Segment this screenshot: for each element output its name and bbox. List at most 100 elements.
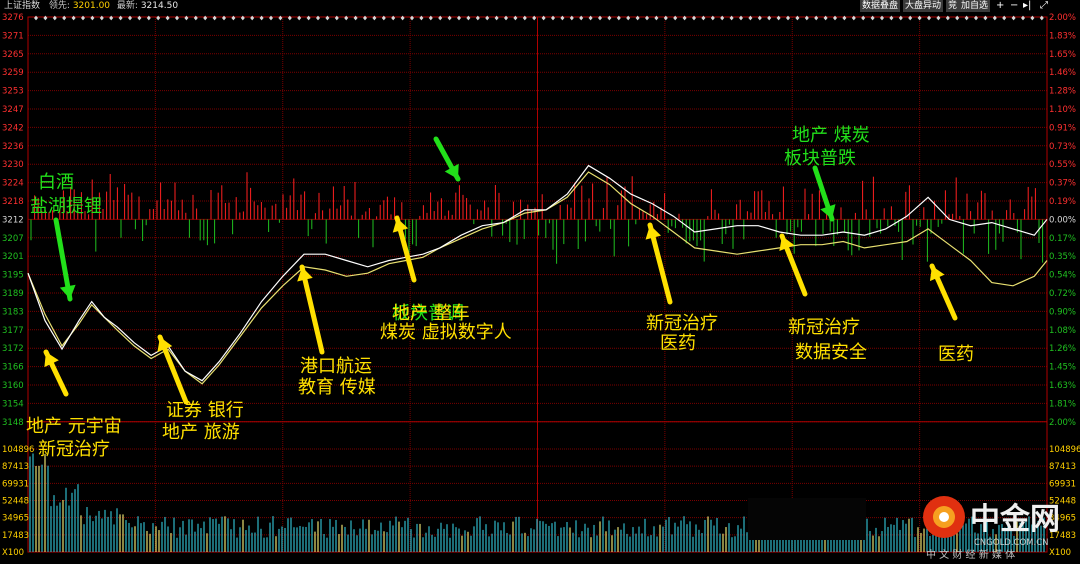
- price-axis: 3276 3271 3265 3259 3253 3247 3242 3236 3230 3224…: [2, 13, 24, 428]
- percent-tick: 2.00%: [1049, 418, 1076, 428]
- percent-tick: 1.83%: [1049, 31, 1076, 41]
- event-marker: [814, 15, 819, 21]
- event-marker: [532, 15, 537, 21]
- expand-icon[interactable]: ⤢: [1040, 0, 1048, 12]
- percent-tick: 1.65%: [1049, 50, 1076, 60]
- volume-tick: X100: [2, 548, 24, 558]
- price-tick: 3236: [2, 142, 24, 152]
- event-marker: [917, 15, 922, 21]
- event-marker: [43, 15, 48, 21]
- intraday-chart: 3276 3271 3265 3259 3253 3247 3242 3236 3230 3224…: [2, 13, 1080, 561]
- volume-tick: 69931: [2, 479, 29, 489]
- price-tick: 3154: [2, 399, 24, 409]
- event-marker: [729, 15, 734, 21]
- event-marker: [880, 15, 884, 21]
- market-alert-button[interactable]: 大盘异动: [903, 0, 944, 12]
- chart-grid: [27, 16, 1048, 553]
- auction-button[interactable]: 竞: [946, 0, 960, 12]
- event-marker: [889, 15, 894, 21]
- logo-dot: [939, 512, 949, 522]
- event-marker: [203, 15, 208, 21]
- volume-tick: 34965: [2, 514, 29, 524]
- percent-tick: 1.45%: [1049, 363, 1076, 373]
- price-tick: 3230: [2, 160, 24, 170]
- event-marker: [146, 15, 151, 21]
- price-tick: 3247: [2, 105, 24, 115]
- price-tick: 3265: [2, 50, 24, 60]
- lead-value: 3201.00: [72, 1, 111, 11]
- event-marker: [964, 15, 969, 21]
- event-marker: [804, 15, 809, 21]
- event-marker: [795, 15, 800, 21]
- lead-label: 领先:: [48, 1, 70, 11]
- event-marker: [992, 15, 997, 21]
- event-marker: [494, 15, 499, 21]
- event-marker: [1030, 15, 1035, 21]
- brand-domain: CNGOLD.COM.CN: [974, 538, 1049, 548]
- event-marker: [945, 15, 950, 21]
- event-marker: [861, 15, 866, 21]
- event-marker: [936, 15, 941, 21]
- event-marker: [908, 15, 913, 21]
- percent-tick: 1.08%: [1049, 326, 1076, 336]
- plus-icon[interactable]: +: [996, 0, 1004, 12]
- percent-tick: 0.00%: [1049, 215, 1076, 225]
- price-tick: 3259: [2, 68, 24, 78]
- event-marker: [334, 15, 339, 21]
- price-tick: 3166: [2, 363, 24, 373]
- event-marker: [428, 15, 433, 21]
- event-marker: [475, 15, 480, 21]
- event-marker: [955, 15, 960, 21]
- event-marker: [701, 15, 706, 21]
- chart-header: 上证指数 领先: 3201.00 最新: 3214.50 数据叠盘 大盘异动 竞…: [0, 0, 1080, 12]
- add-watchlist-button[interactable]: 加自选: [959, 0, 991, 12]
- event-marker: [616, 15, 621, 21]
- event-marker: [325, 15, 330, 21]
- percent-tick: 0.91%: [1049, 123, 1076, 133]
- price-tick: 3201: [2, 252, 24, 262]
- event-marker: [353, 15, 358, 21]
- event-marker: [739, 15, 743, 21]
- event-marker: [569, 15, 574, 21]
- event-marker: [391, 15, 396, 21]
- event-marker: [278, 15, 283, 21]
- event-marker: [118, 15, 123, 21]
- event-marker: [833, 15, 837, 21]
- annotation-label: 新冠治疗: [646, 313, 718, 334]
- event-marker: [692, 15, 696, 21]
- percent-tick: 1.63%: [1049, 381, 1076, 391]
- step-right-icon[interactable]: ▸|: [1023, 0, 1031, 12]
- event-marker: [34, 15, 38, 21]
- minus-icon[interactable]: −: [1010, 0, 1018, 12]
- price-tick: 3276: [2, 13, 24, 23]
- price-tick: 3212: [2, 215, 24, 225]
- annotation-label: 医药: [938, 344, 974, 365]
- event-marker: [137, 15, 142, 21]
- event-marker: [983, 15, 988, 21]
- event-marker: [184, 15, 189, 21]
- event-marker: [485, 15, 490, 21]
- annotation-label: 板块普跌: [784, 148, 856, 169]
- event-marker: [287, 15, 292, 21]
- event-marker: [109, 15, 114, 21]
- event-marker: [240, 15, 245, 21]
- event-marker: [447, 15, 452, 21]
- annotation-label: 盐湖提锂: [30, 196, 102, 217]
- event-marker: [52, 15, 57, 21]
- arrow-shaft: [299, 264, 325, 355]
- event-marker: [193, 15, 198, 21]
- event-marker: [71, 15, 76, 21]
- annotation-label: 煤炭 虚拟数字人: [380, 322, 512, 343]
- event-marker: [635, 15, 640, 21]
- event-marker: [598, 15, 602, 21]
- event-marker: [551, 15, 555, 21]
- percent-axis: 2.00% 1.83% 1.65% 1.46% 1.28% 1.10% 0.91% 0.73%…: [1049, 13, 1076, 428]
- event-marker: [748, 15, 753, 21]
- event-marker: [927, 15, 931, 21]
- data-overlay-button[interactable]: 数据叠盘: [860, 0, 901, 12]
- event-marker: [823, 15, 828, 21]
- event-marker: [222, 15, 226, 21]
- event-marker: [62, 15, 67, 21]
- event-marker: [269, 15, 273, 21]
- event-marker: [851, 15, 856, 21]
